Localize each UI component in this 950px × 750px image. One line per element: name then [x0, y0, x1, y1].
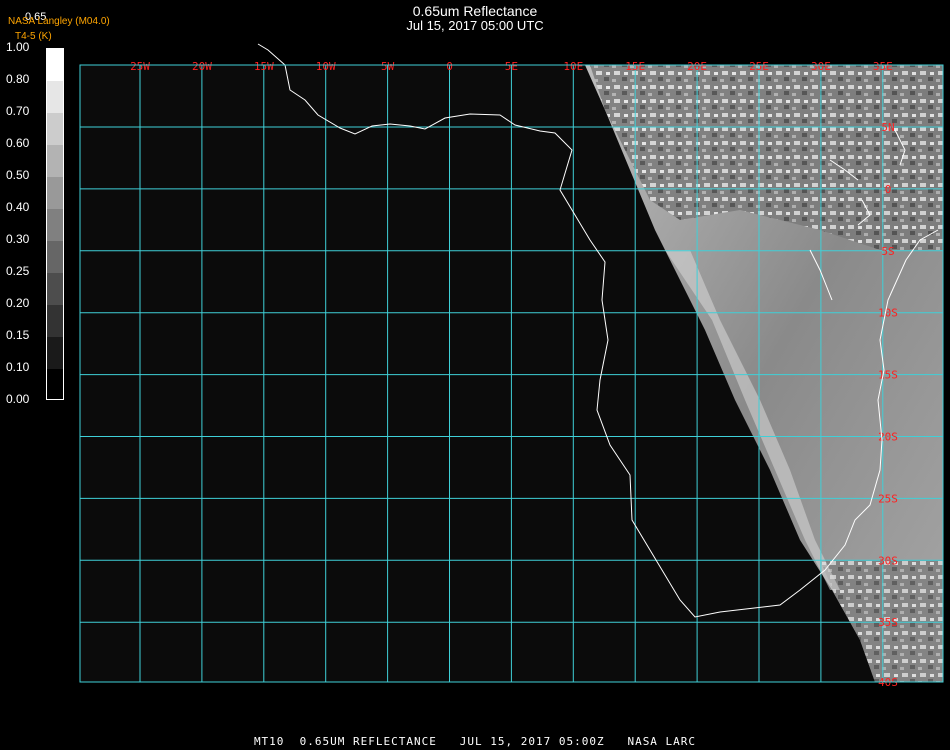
lat-label: 5N: [881, 121, 894, 134]
lat-label: 5S: [881, 245, 894, 258]
lon-label: 30E: [811, 60, 831, 73]
lat-label: 25S: [878, 492, 898, 505]
lon-label: 5E: [505, 60, 518, 73]
lon-label: 0: [446, 60, 453, 73]
lon-label: 25W: [130, 60, 150, 73]
satellite-map: 25W 20W 15W 10W 5W 0 5E 10E 15E 20E 25E 30E 35E 5N 0 5S…: [79, 43, 944, 689]
footer-caption: MT10 0.65UM REFLECTANCE JUL 15, 2017 05:…: [253, 735, 697, 748]
lon-label: 15E: [625, 60, 645, 73]
lon-label: 20W: [192, 60, 212, 73]
lat-label: 30S: [878, 554, 898, 567]
lon-label: 5W: [381, 60, 395, 73]
lat-label: 0: [885, 183, 892, 196]
lon-label: 10W: [316, 60, 336, 73]
lat-label: 15S: [878, 369, 898, 382]
lat-label: 10S: [878, 307, 898, 320]
lon-label: 20E: [687, 60, 707, 73]
lon-label: 10E: [563, 60, 583, 73]
lat-label: 35S: [878, 616, 898, 629]
lon-label: 15W: [254, 60, 274, 73]
lon-label: 35E: [873, 60, 893, 73]
lon-label: 25E: [749, 60, 769, 73]
